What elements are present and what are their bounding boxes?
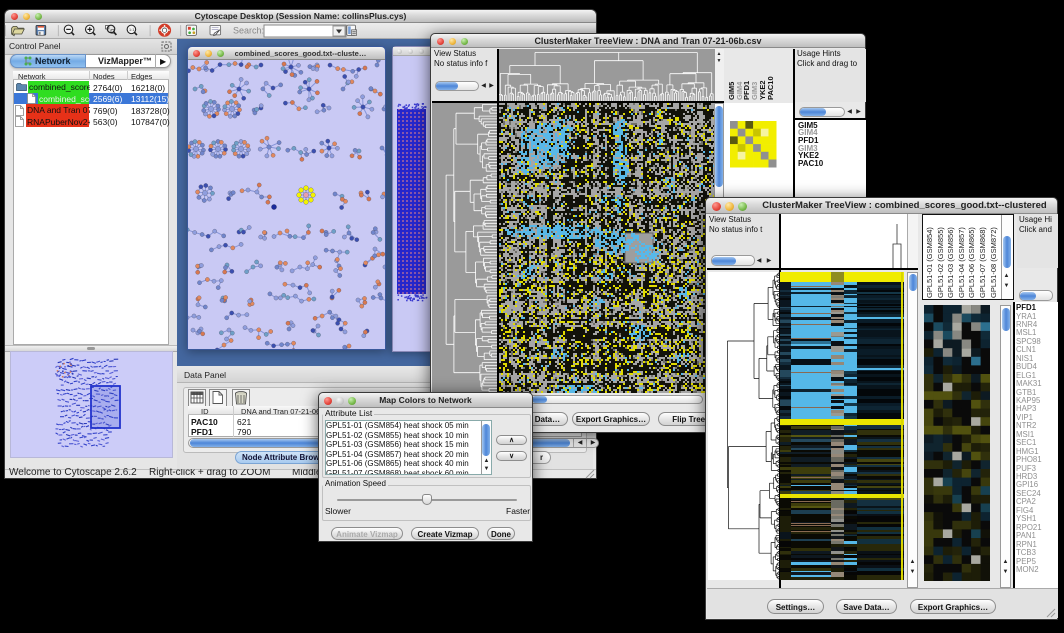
svg-text:1:1: 1:1 xyxy=(129,28,134,32)
svg-text:Search:: Search: xyxy=(233,26,264,36)
